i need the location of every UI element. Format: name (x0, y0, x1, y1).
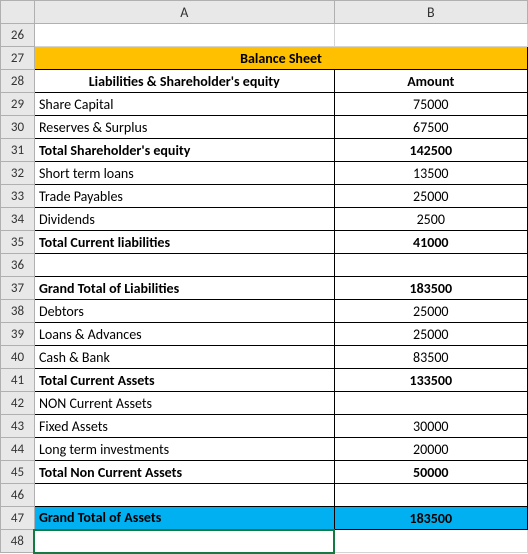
cell[interactable]: Cash & Bank (34, 346, 334, 369)
row-header[interactable]: 35 (1, 231, 35, 254)
spreadsheet-grid[interactable]: A B 26 27 Balance Sheet 28 Liabilities &… (0, 0, 528, 554)
cell[interactable]: Trade Payables (34, 185, 334, 208)
row-header[interactable]: 42 (1, 392, 35, 415)
cell[interactable]: Short term loans (34, 162, 334, 185)
row-header[interactable]: 43 (1, 415, 35, 438)
cell[interactable]: NON Current Assets (34, 392, 334, 415)
cell-total[interactable]: Total Shareholder's equity (34, 139, 334, 162)
cell[interactable]: Debtors (34, 300, 334, 323)
cell-total[interactable]: 133500 (334, 369, 527, 392)
row-header[interactable]: 40 (1, 346, 35, 369)
row-header[interactable]: 41 (1, 369, 35, 392)
row-header[interactable]: 28 (1, 70, 35, 93)
col-header-A[interactable]: A (34, 1, 334, 24)
cell-grand-total[interactable]: Grand Total of Assets (34, 507, 334, 530)
row-header[interactable]: 36 (1, 254, 35, 277)
row-header[interactable]: 33 (1, 185, 35, 208)
cell[interactable]: 20000 (334, 438, 527, 461)
row-header[interactable]: 39 (1, 323, 35, 346)
cell[interactable]: Dividends (34, 208, 334, 231)
cell[interactable]: 75000 (334, 93, 527, 116)
cell-total[interactable]: Total Current Assets (34, 369, 334, 392)
row-header[interactable]: 31 (1, 139, 35, 162)
row-header[interactable]: 37 (1, 277, 35, 300)
col-header-B[interactable]: B (334, 1, 527, 24)
header-liabilities[interactable]: Liabilities & Shareholder's equity (34, 70, 334, 93)
cell-total[interactable]: Grand Total of Liabilities (34, 277, 334, 300)
cell[interactable]: 67500 (334, 116, 527, 139)
cell[interactable] (334, 24, 527, 47)
cell[interactable]: 30000 (334, 415, 527, 438)
row-header[interactable]: 38 (1, 300, 35, 323)
row-header[interactable]: 29 (1, 93, 35, 116)
header-amount[interactable]: Amount (334, 70, 527, 93)
cell[interactable] (34, 484, 334, 507)
cell[interactable]: 25000 (334, 323, 527, 346)
row-header[interactable]: 30 (1, 116, 35, 139)
row-header[interactable]: 45 (1, 461, 35, 484)
row-header[interactable]: 46 (1, 484, 35, 507)
cell[interactable]: 13500 (334, 162, 527, 185)
row-header[interactable]: 47 (1, 507, 35, 530)
cell-total[interactable]: 41000 (334, 231, 527, 254)
cell-total[interactable]: 183500 (334, 277, 527, 300)
cell[interactable] (334, 530, 527, 553)
cell[interactable] (34, 254, 334, 277)
cell-total[interactable]: Total Current liabilities (34, 231, 334, 254)
cell[interactable] (334, 254, 527, 277)
row-header[interactable]: 26 (1, 24, 35, 47)
sheet-title[interactable]: Balance Sheet (34, 47, 527, 70)
row-header[interactable]: 27 (1, 47, 35, 70)
cell[interactable]: 25000 (334, 300, 527, 323)
cell-total[interactable]: 142500 (334, 139, 527, 162)
row-header[interactable]: 34 (1, 208, 35, 231)
select-all-corner[interactable] (1, 1, 35, 24)
row-header[interactable]: 48 (1, 530, 35, 553)
cell-total[interactable]: 50000 (334, 461, 527, 484)
cell[interactable]: Fixed Assets (34, 415, 334, 438)
cell-grand-total[interactable]: 183500 (334, 507, 527, 530)
cell[interactable]: Long term investments (34, 438, 334, 461)
cell-total[interactable]: Total Non Current Assets (34, 461, 334, 484)
cell[interactable]: 83500 (334, 346, 527, 369)
cell[interactable]: 2500 (334, 208, 527, 231)
cell[interactable] (34, 24, 334, 47)
cell[interactable] (334, 484, 527, 507)
row-header[interactable]: 32 (1, 162, 35, 185)
cell[interactable] (334, 392, 527, 415)
cell[interactable]: Loans & Advances (34, 323, 334, 346)
cell[interactable]: Reserves & Surplus (34, 116, 334, 139)
cell[interactable]: Share Capital (34, 93, 334, 116)
active-cell[interactable] (34, 530, 334, 553)
row-header[interactable]: 44 (1, 438, 35, 461)
cell[interactable]: 25000 (334, 185, 527, 208)
